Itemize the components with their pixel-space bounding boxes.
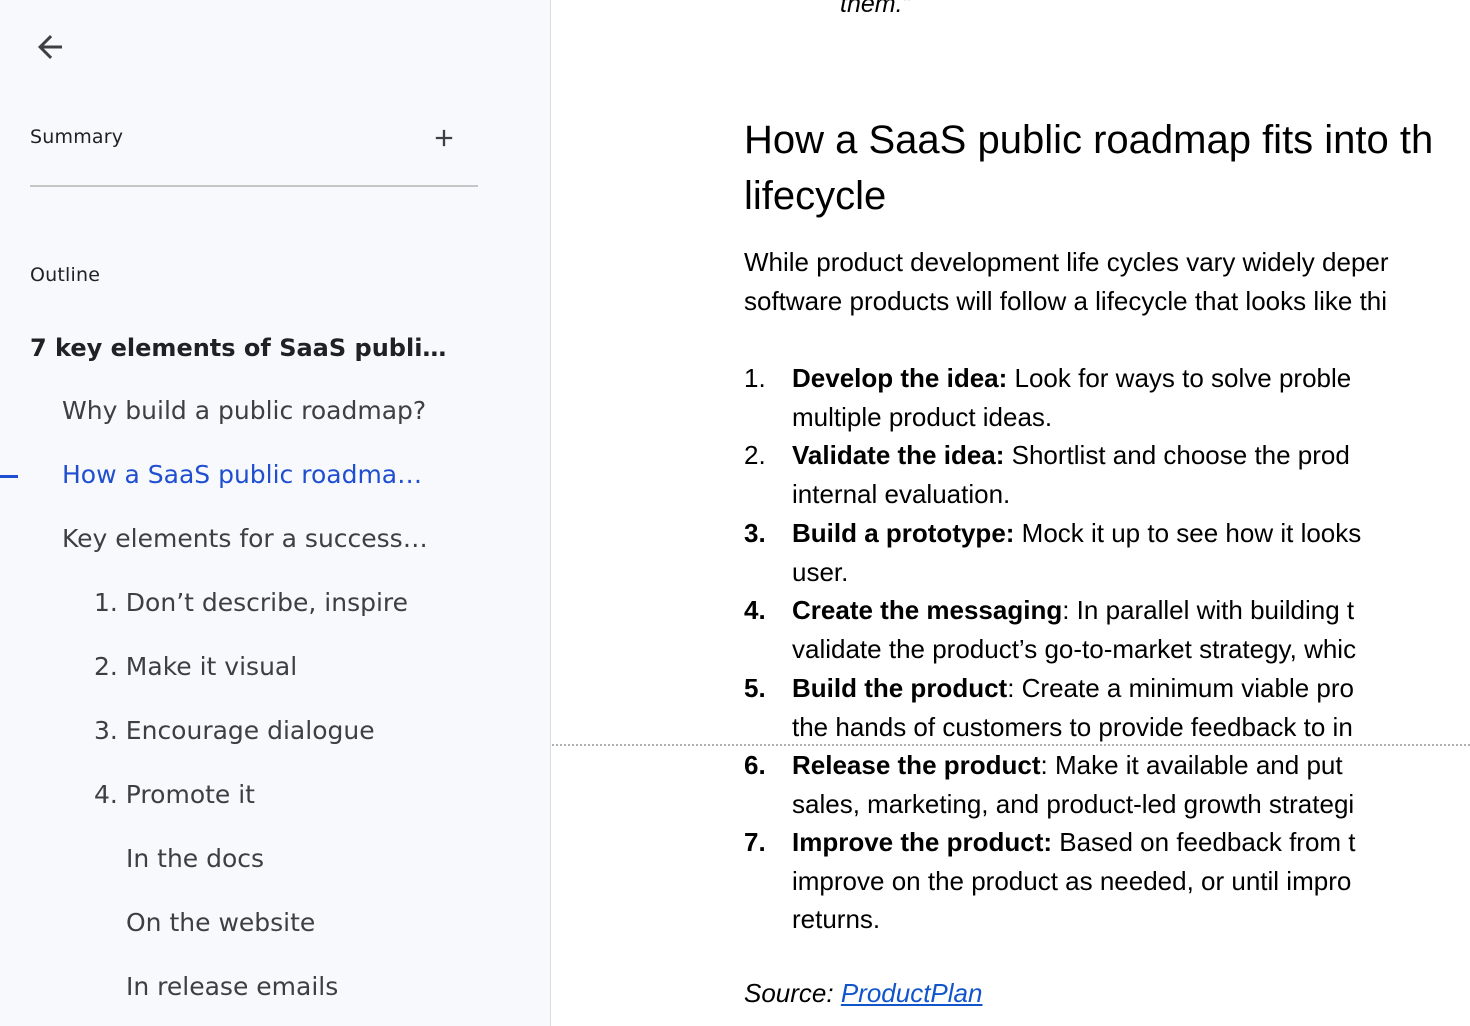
add-summary-button[interactable] xyxy=(424,118,464,158)
back-button[interactable] xyxy=(24,24,76,70)
list-text: validate the product’s go-to-market stra… xyxy=(792,633,1357,664)
plus-icon xyxy=(435,129,453,147)
section-heading: How a SaaS public roadmap fits into th l… xyxy=(744,112,1433,224)
source-citation: Source: ProductPlan xyxy=(744,978,982,1009)
outline-item[interactable]: In release emails xyxy=(126,971,338,1003)
list-number: 5. xyxy=(744,673,766,703)
list-term: Release the product xyxy=(792,750,1041,780)
list-item: 6. Release the product: Make it availabl… xyxy=(744,746,1355,823)
list-number: 1. xyxy=(744,363,766,393)
outline-item[interactable]: 1. Don’t describe, inspire xyxy=(94,587,408,619)
list-item: 1. Develop the idea: Look for ways to so… xyxy=(744,359,1352,436)
list-term: Create the messaging xyxy=(792,595,1063,625)
list-term: Improve the product: xyxy=(792,827,1053,857)
heading-line: How a SaaS public roadmap fits into th xyxy=(744,118,1434,162)
list-text: sales, marketing, and product-led growth… xyxy=(792,788,1355,819)
document-outline-sidebar: Summary Outline 7 key elements of SaaS p… xyxy=(0,0,551,1026)
list-text: : In parallel with building t xyxy=(1062,595,1355,625)
list-number: 6. xyxy=(744,750,766,780)
sidebar-divider xyxy=(30,185,478,187)
outline-item[interactable]: 7 key elements of SaaS publi… xyxy=(30,332,446,364)
source-label: Source: xyxy=(744,978,841,1008)
list-item: 2. Validate the idea: Shortlist and choo… xyxy=(744,436,1350,513)
outline-item[interactable]: Why build a public roadmap? xyxy=(62,395,426,427)
list-text: the hands of customers to provide feedba… xyxy=(792,711,1353,742)
outline-item[interactable]: 3. Encourage dialogue xyxy=(94,715,375,747)
arrow-left-icon xyxy=(38,35,62,59)
list-text: Shortlist and choose the prod xyxy=(1004,440,1350,470)
list-text: returns. xyxy=(792,904,881,934)
active-outline-marker xyxy=(0,475,18,478)
list-item: 4. Create the messaging: In parallel wit… xyxy=(744,591,1357,668)
list-term: Develop the idea: xyxy=(792,363,1008,393)
document-page[interactable]: them.” How a SaaS public roadmap fits in… xyxy=(552,0,1470,1026)
outline-item[interactable]: On the website xyxy=(126,907,315,939)
summary-heading: Summary xyxy=(30,126,124,148)
list-text: Look for ways to solve proble xyxy=(1007,363,1352,393)
list-number: 7. xyxy=(744,827,766,857)
outline-heading: Outline xyxy=(30,264,101,286)
list-text: user. xyxy=(792,556,849,587)
list-number: 2. xyxy=(744,440,766,470)
quote-text: them.” xyxy=(840,0,911,18)
source-link[interactable]: ProductPlan xyxy=(841,978,983,1008)
list-text: multiple product ideas. xyxy=(792,401,1053,432)
list-term: Build the product xyxy=(792,673,1008,703)
list-text: : Create a minimum viable pro xyxy=(1007,673,1355,703)
outline-item[interactable]: 2. Make it visual xyxy=(94,651,297,683)
outline-item[interactable]: In the docs xyxy=(126,843,264,875)
list-text: Mock it up to see how it looks xyxy=(1014,518,1362,548)
list-text: internal evaluation. xyxy=(792,478,1011,509)
list-item: 3. Build a prototype: Mock it up to see … xyxy=(744,514,1362,591)
list-text: : Make it available and put xyxy=(1040,750,1343,780)
list-number: 4. xyxy=(744,595,766,625)
list-text: Based on feedback from t xyxy=(1052,827,1356,857)
list-term: Validate the idea: xyxy=(792,440,1005,470)
outline-item[interactable]: 4. Promote it xyxy=(94,779,255,811)
outline-item-active[interactable]: How a SaaS public roadma… xyxy=(62,459,422,491)
list-text: improve on the product as needed, or unt… xyxy=(792,865,1352,896)
heading-line: lifecycle xyxy=(744,174,887,218)
paragraph-line: software products will follow a lifecycl… xyxy=(744,286,1388,316)
outline-item[interactable]: Key elements for a success… xyxy=(62,523,428,555)
list-item: 7. Improve the product: Based on feedbac… xyxy=(744,823,1356,939)
paragraph-line: While product development life cycles va… xyxy=(744,247,1389,277)
list-item: 5. Build the product: Create a minimum v… xyxy=(744,669,1355,746)
body-paragraph: While product development life cycles va… xyxy=(744,243,1389,321)
list-term: Build a prototype: xyxy=(792,518,1015,548)
list-number: 3. xyxy=(744,518,766,548)
